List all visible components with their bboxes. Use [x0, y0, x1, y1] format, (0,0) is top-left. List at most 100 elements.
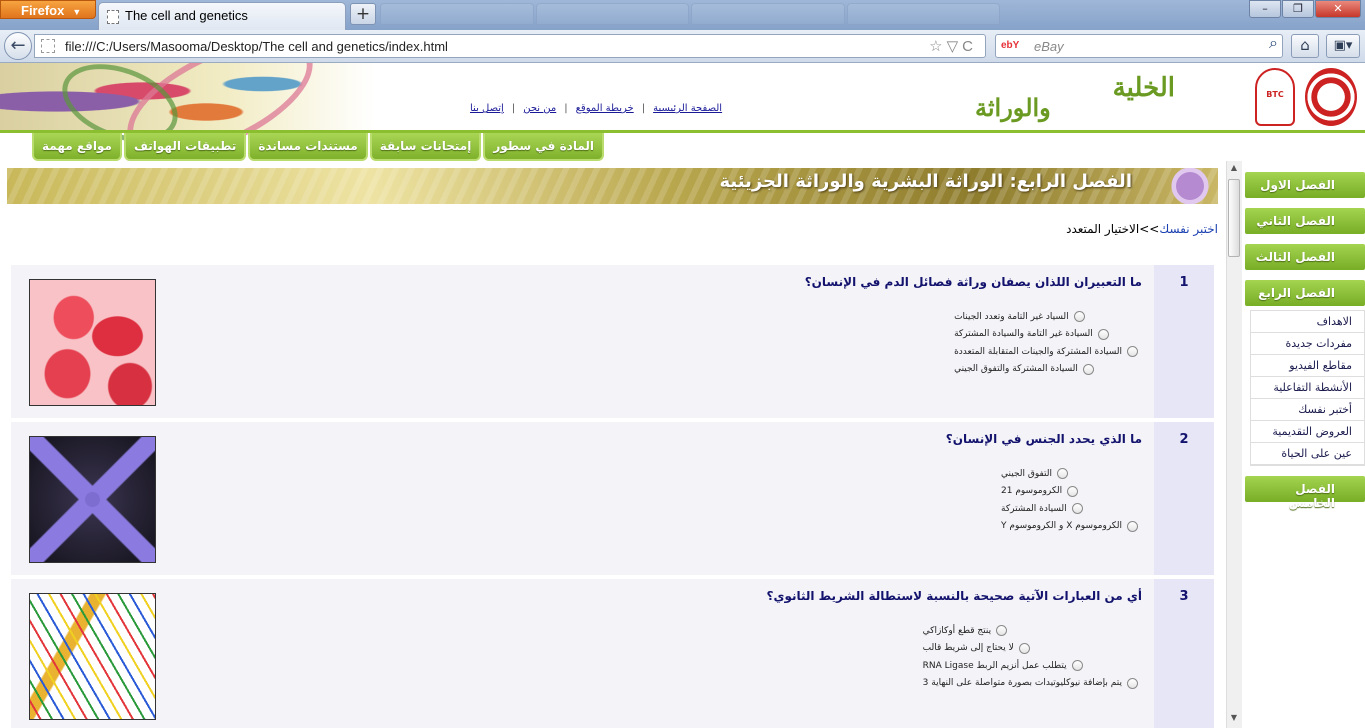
- page-content: الصفحة الرئيسية | خريطة الموقع | من نحن …: [0, 63, 1365, 728]
- question-card: 3 أي من العبارات الآتية صحيحة بالنسبة لا…: [11, 579, 1214, 728]
- red-blood-cells-image: [29, 279, 156, 406]
- background-tab[interactable]: [380, 3, 534, 25]
- sidebar-chapter-1[interactable]: الفصل الاول: [1245, 172, 1365, 198]
- close-button[interactable]: ✕: [1315, 0, 1361, 18]
- sidebar-item-presentations[interactable]: العروض التقديمية: [1251, 421, 1364, 443]
- window-controls: – ❐ ✕: [1249, 0, 1361, 18]
- nav-phone-apps[interactable]: تطبيقات الهواتف: [123, 133, 247, 161]
- restore-button[interactable]: ❐: [1282, 0, 1314, 18]
- banner-image: [1148, 168, 1218, 204]
- question-number: 1: [1154, 265, 1214, 418]
- answer-option[interactable]: السيادة المشتركة والتفوق الجيني: [954, 361, 1138, 379]
- new-tab-button[interactable]: +: [350, 3, 376, 25]
- option-label: لا يحتاج إلى شريط قالب: [922, 643, 1014, 654]
- answer-option[interactable]: الكروموسوم 21: [1001, 483, 1138, 501]
- radio-button[interactable]: [1057, 468, 1069, 480]
- background-tab[interactable]: [691, 3, 845, 25]
- back-arrow-icon: ←: [10, 35, 26, 56]
- answer-option[interactable]: السياد غير التامة وتعدد الجينات: [954, 308, 1138, 326]
- background-tab[interactable]: [535, 3, 689, 25]
- top-links: الصفحة الرئيسية | خريطة الموقع | من نحن …: [470, 103, 722, 114]
- btc-logo: BTC: [1255, 68, 1295, 126]
- firefox-menu-button[interactable]: Firefox ▼: [0, 0, 96, 19]
- radio-button[interactable]: [1071, 503, 1083, 515]
- background-tab[interactable]: [846, 3, 1000, 25]
- nav-support-docs[interactable]: مستندات مساندة: [248, 133, 368, 161]
- bookmarks-button[interactable]: ▣▾: [1326, 34, 1360, 58]
- answer-option[interactable]: ينتج قطع أوكازاكي: [923, 622, 1138, 640]
- answer-option[interactable]: يتطلب عمل أنزيم الربط RNA Ligase: [923, 657, 1138, 675]
- radio-button[interactable]: [1127, 346, 1138, 358]
- sidebar-chapter-5[interactable]: الفصل الخامس: [1245, 476, 1365, 510]
- answer-options: السياد غير التامة وتعدد الجينات السيادة …: [954, 308, 1138, 378]
- radio-button[interactable]: [1018, 642, 1030, 654]
- option-label: يتطلب عمل أنزيم الربط RNA Ligase: [922, 660, 1067, 671]
- chapter-banner: الفصل الرابع: الوراثة البشرية والوراثة ا…: [7, 168, 1218, 204]
- ebay-icon[interactable]: ebY: [1001, 40, 1019, 51]
- page-icon: [107, 10, 119, 24]
- search-input[interactable]: ebY eBay ⌕: [995, 34, 1283, 58]
- bookmark-star-icon[interactable]: ☆▽C: [929, 37, 977, 55]
- sidebar-item-objectives[interactable]: الاهداف: [1251, 311, 1364, 333]
- scrollbar-thumb[interactable]: [1228, 179, 1240, 257]
- answer-options: ينتج قطع أوكازاكي لا يحتاج إلى شريط قالب…: [923, 622, 1138, 692]
- link-separator: |: [511, 103, 516, 114]
- answer-option[interactable]: الكروموسوم X و الكروموسوم Y: [1001, 518, 1138, 536]
- search-icon[interactable]: ⌕: [1269, 35, 1278, 53]
- link-about[interactable]: من نحن: [523, 103, 556, 114]
- answer-option[interactable]: يتم بإضافة نيوكليوتيدات بصورة متواصلة عل…: [923, 675, 1138, 693]
- sidebar-item-activities[interactable]: الأنشطة التفاعلية: [1251, 377, 1364, 399]
- minimize-button[interactable]: –: [1249, 0, 1281, 18]
- radio-button[interactable]: [996, 625, 1008, 637]
- radio-button[interactable]: [1073, 311, 1085, 323]
- option-label: التفوق الجيني: [1001, 468, 1053, 479]
- answer-option[interactable]: لا يحتاج إلى شريط قالب: [923, 640, 1138, 658]
- link-contact[interactable]: إتصل بنا: [470, 103, 504, 114]
- home-button[interactable]: ⌂: [1291, 34, 1319, 58]
- nav-important-sites[interactable]: مواقع مهمة: [32, 133, 122, 161]
- scroll-up-icon[interactable]: ▲: [1228, 163, 1240, 177]
- nav-subject-overview[interactable]: المادة في سطور: [483, 133, 604, 161]
- scroll-down-icon[interactable]: ▼: [1228, 713, 1240, 727]
- radio-button[interactable]: [1127, 520, 1138, 532]
- radio-button[interactable]: [1097, 328, 1109, 340]
- sidebar-item-test-yourself[interactable]: أختبر نفسك: [1251, 399, 1364, 421]
- radio-button[interactable]: [1082, 363, 1094, 375]
- sidebar-item-videos[interactable]: مقاطع الفيديو: [1251, 355, 1364, 377]
- option-label: الكروموسوم 21: [1001, 486, 1063, 497]
- breadcrumb-link[interactable]: اختبر نفسك: [1159, 222, 1218, 236]
- chapter-4-submenu: الاهداف مفردات جديدة مقاطع الفيديو الأنش…: [1250, 310, 1365, 466]
- answer-option[interactable]: السيادة المشتركة: [1001, 500, 1138, 518]
- question-text: ما التعبيران اللذان يصفان وراثة فصائل ال…: [804, 275, 1142, 289]
- radio-button[interactable]: [1067, 485, 1079, 497]
- link-sitemap[interactable]: خريطة الموقع: [576, 103, 634, 114]
- sidebar-chapter-3[interactable]: الفصل الثالث: [1245, 244, 1365, 270]
- answer-option[interactable]: التفوق الجيني: [1001, 465, 1138, 483]
- emblem-logo: [1305, 68, 1357, 126]
- nav-past-exams[interactable]: إمتحانات سابقة: [369, 133, 482, 161]
- question-number: 3: [1154, 579, 1214, 728]
- top-nav: مواقع مهمة تطبيقات الهواتف مستندات مساند…: [32, 133, 604, 161]
- background-tabs: [380, 3, 1000, 25]
- link-separator: |: [641, 103, 646, 114]
- question-number: 2: [1154, 422, 1214, 575]
- link-home[interactable]: الصفحة الرئيسية: [653, 103, 722, 114]
- sidebar-item-eye-on-life[interactable]: عين على الحياة: [1251, 443, 1364, 465]
- browser-nav-bar: ← file:///C:/Users/Masooma/Desktop/The c…: [0, 30, 1365, 63]
- question-text: أي من العبارات الآتية صحيحة بالنسبة لاست…: [766, 589, 1142, 603]
- option-label: السياد غير التامة وتعدد الجينات: [954, 311, 1069, 322]
- url-bar[interactable]: file:///C:/Users/Masooma/Desktop/The cel…: [34, 34, 986, 58]
- answer-option[interactable]: السيادة المشتركة والجينات المتقابلة المت…: [954, 343, 1138, 361]
- browser-tab-active[interactable]: The cell and genetics: [98, 2, 346, 30]
- breadcrumb-current: الاختيار المتعدد: [1066, 222, 1140, 236]
- option-label: السيادة المشتركة والتفوق الجيني: [954, 364, 1078, 375]
- answer-options: التفوق الجيني الكروموسوم 21 السيادة المش…: [1001, 465, 1138, 535]
- sidebar-item-vocabulary[interactable]: مفردات جديدة: [1251, 333, 1364, 355]
- sidebar-chapter-2[interactable]: الفصل الثاني: [1245, 208, 1365, 234]
- dna-helix-image: [29, 593, 156, 720]
- radio-button[interactable]: [1071, 660, 1083, 672]
- answer-option[interactable]: السيادة غير التامة والسيادة المشتركة: [954, 326, 1138, 344]
- sidebar-chapter-4[interactable]: الفصل الرابع: [1245, 280, 1365, 306]
- back-button[interactable]: ←: [4, 32, 32, 60]
- radio-button[interactable]: [1127, 677, 1138, 689]
